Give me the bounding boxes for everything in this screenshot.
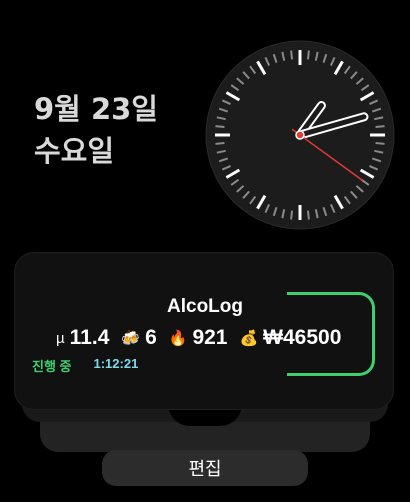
stat-drinks: 🍻 6 (121, 326, 156, 350)
stat-bac: µ 11.4 (56, 326, 109, 350)
minute-tick (290, 210, 294, 220)
date-display: 9월 23일 수요일 (34, 88, 158, 172)
minute-tick (375, 125, 385, 129)
minute-tick (375, 141, 385, 145)
stat-spent: 💰 ₩46500 (239, 326, 341, 350)
clock-center-pin (295, 130, 305, 140)
mu-icon: µ (56, 329, 65, 347)
beer-mug-icon: 🍻 (121, 330, 141, 347)
date-day: 9월 23일 (34, 92, 158, 126)
analog-clock (205, 40, 395, 230)
elapsed-time: 1:12:21 (93, 356, 139, 371)
session-status: 진행 중 1:12:21 (32, 356, 138, 375)
stat-value: ₩46500 (263, 326, 342, 349)
stat-calories: 🔥 921 (169, 326, 228, 350)
widget-stats: µ 11.4 🍻 6 🔥 921 💰 ₩46500 (56, 323, 353, 353)
edit-button[interactable]: 편집 (102, 450, 308, 486)
minute-tick (215, 141, 225, 145)
stat-value: 921 (192, 326, 228, 349)
minute-tick (306, 210, 310, 220)
stat-value: 11.4 (69, 326, 110, 349)
fire-icon: 🔥 (168, 330, 188, 347)
date-weekday: 수요일 (34, 134, 115, 168)
minute-tick (306, 50, 310, 60)
money-bag-icon: 💰 (239, 330, 259, 347)
stat-value: 6 (145, 326, 157, 349)
lock-screen: 9월 23일 수요일 AlcoLog µ 11.4 🍻 6 🔥 921 💰 ₩4… (0, 0, 410, 502)
widget-title: AlcoLog (167, 296, 243, 317)
status-label: 진행 중 (32, 359, 72, 374)
minute-tick (290, 50, 294, 60)
minute-tick (215, 125, 225, 129)
